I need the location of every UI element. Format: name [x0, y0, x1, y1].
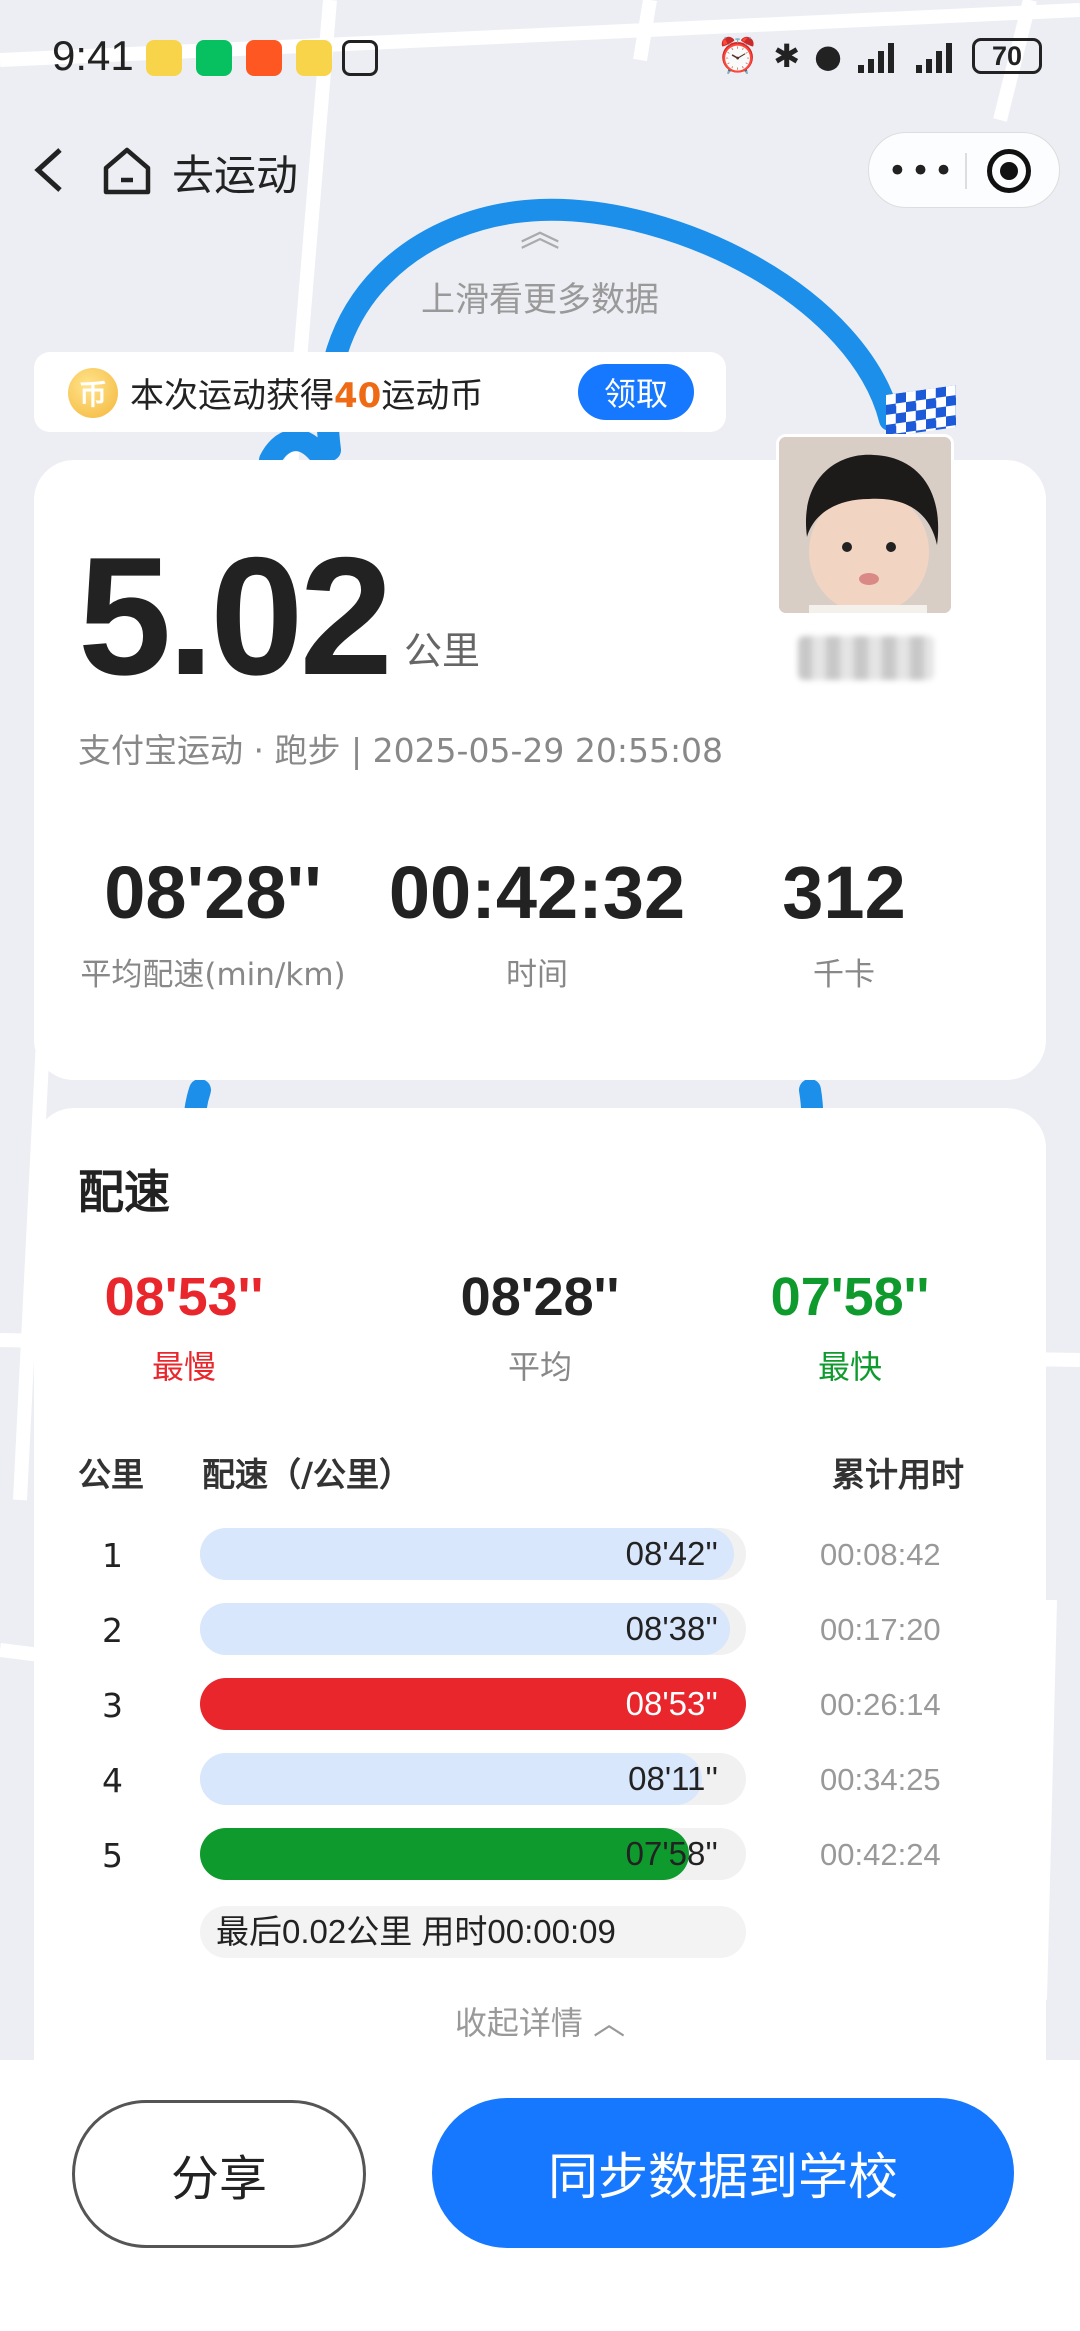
pace-section-title: 配速 [78, 1165, 170, 1219]
collapse-details-button[interactable]: 收起详情 ︿ [34, 1998, 1046, 2044]
swipe-hint-text: 上滑看更多数据 [421, 280, 659, 320]
distance-value: 5.02 [78, 522, 393, 710]
stat-calories: 312 千卡 [782, 851, 906, 993]
more-options-button[interactable]: ••• [887, 133, 957, 209]
bluetooth-icon: ✱ [773, 37, 801, 75]
wechat-icon [196, 40, 232, 76]
split-pace-bar: 07'58'' [200, 1828, 746, 1880]
signal-icon [916, 43, 952, 73]
split-pace-label: 08'42'' [625, 1535, 718, 1572]
mini-program-capsule: ••• [868, 132, 1060, 208]
location-icon: ● [814, 37, 842, 75]
split-pace-fill [200, 1753, 703, 1805]
split-cumulative-time: 00:17:20 [820, 1612, 941, 1647]
pace-fastest: 07'58'' 最快 [770, 1267, 930, 1386]
reward-amount: 40 [334, 376, 382, 416]
avatar[interactable] [776, 434, 954, 616]
split-pace-label: 07'58'' [625, 1835, 718, 1872]
page-title: 去运动 [172, 151, 299, 200]
split-pace-label: 08'11'' [628, 1760, 718, 1797]
nfc-icon [342, 40, 378, 76]
swipe-up-hint[interactable]: ︽ 上滑看更多数据 [0, 212, 1080, 321]
back-arrow-icon[interactable] [26, 142, 74, 198]
split-km: 2 [102, 1611, 123, 1650]
double-chevron-up-icon: ︽ [520, 209, 560, 255]
claim-button[interactable]: 领取 [578, 364, 694, 420]
split-cumulative-time: 00:34:25 [820, 1762, 941, 1797]
split-pace-label: 08'53'' [625, 1685, 718, 1722]
coin-icon: 币 [68, 368, 118, 418]
close-program-icon[interactable] [987, 149, 1031, 193]
header-pace: 配速（/公里） [202, 1455, 413, 1494]
split-pace-bar: 08'42'' [200, 1528, 746, 1580]
signal-icon [858, 43, 894, 73]
split-km: 3 [102, 1686, 123, 1725]
taobao-icon [246, 40, 282, 76]
split-pace-fill [200, 1828, 690, 1880]
split-km: 1 [102, 1536, 123, 1575]
split-cumulative-time: 00:42:24 [820, 1837, 941, 1872]
weibo-icon [146, 40, 182, 76]
split-cumulative-time: 00:26:14 [820, 1687, 941, 1722]
split-pace-bar: 08'38'' [200, 1603, 746, 1655]
bottom-action-bar: 分享 同步数据到学校 [0, 2060, 1080, 2331]
status-time: 9:41 [52, 32, 134, 79]
distance-unit: 公里 [404, 629, 481, 673]
reward-text: 本次运动获得40运动币 [130, 376, 484, 416]
battery-indicator: 70 [972, 38, 1042, 74]
header-cumulative: 累计用时 [832, 1455, 964, 1494]
stat-avg-pace: 08'28'' 平均配速(min/km) [80, 851, 346, 993]
sync-to-school-button[interactable]: 同步数据到学校 [432, 2098, 1014, 2248]
weibo-icon [296, 40, 332, 76]
pace-card: 配速 08'53'' 最慢 08'28'' 平均 07'58'' 最快 公里 配… [34, 1108, 1046, 2108]
blurred-username [798, 636, 934, 680]
home-icon[interactable] [100, 144, 154, 196]
run-meta: 支付宝运动 · 跑步 | 2025-05-29 20:55:08 [78, 731, 724, 770]
pace-average: 08'28'' 平均 [460, 1267, 620, 1386]
pace-slowest: 08'53'' 最慢 [104, 1267, 264, 1386]
status-bar: 9:41 ⏰ ✱ ● 70 [0, 0, 1080, 120]
alarm-icon: ⏰ [716, 36, 760, 76]
capsule-divider [965, 153, 967, 189]
status-right-icons: ⏰ ✱ ● 70 [717, 36, 1042, 76]
split-pace-bar: 08'11'' [200, 1753, 746, 1805]
split-km: 5 [102, 1836, 123, 1875]
reward-banner: 币 本次运动获得40运动币 领取 [34, 352, 726, 432]
split-pace-bar: 08'53'' [200, 1678, 746, 1730]
stat-duration: 00:42:32 时间 [388, 851, 686, 993]
share-button[interactable]: 分享 [72, 2100, 366, 2248]
split-km: 4 [102, 1761, 123, 1800]
split-pace-label: 08'38'' [625, 1610, 718, 1647]
navigation-bar: 去运动 ••• [0, 120, 1080, 220]
last-segment-note: 最后0.02公里 用时00:00:09 [200, 1906, 746, 1958]
header-km: 公里 [78, 1455, 144, 1494]
split-cumulative-time: 00:08:42 [820, 1537, 941, 1572]
